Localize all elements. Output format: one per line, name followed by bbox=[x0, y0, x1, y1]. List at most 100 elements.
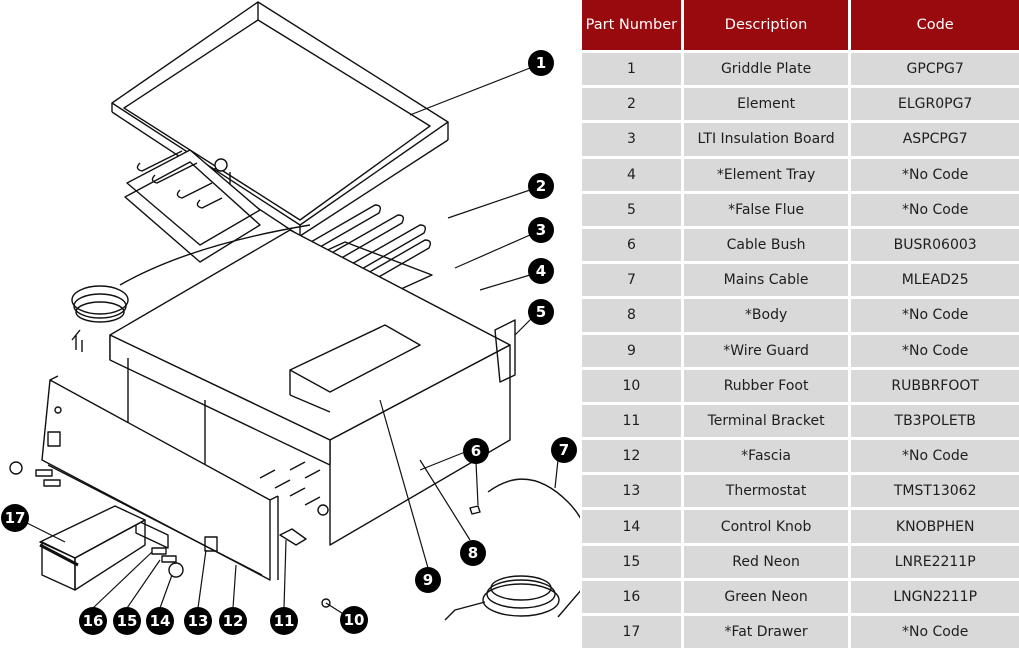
callout-label: 12 bbox=[223, 612, 244, 630]
callout-label: 7 bbox=[559, 441, 569, 459]
cell-code: BUSR06003 bbox=[851, 228, 1019, 265]
callout-10: 10 bbox=[340, 606, 368, 634]
callout-2: 2 bbox=[528, 173, 554, 199]
table-header-row: Part Number Description Code bbox=[582, 0, 1019, 53]
cell-part-number: 6 bbox=[582, 228, 684, 265]
cell-part-number: 12 bbox=[582, 440, 684, 476]
cell-description: Red Neon bbox=[683, 545, 852, 581]
cell-description: Terminal Bracket bbox=[683, 404, 852, 441]
cell-description: *Wire Guard bbox=[683, 334, 852, 370]
callout-label: 8 bbox=[468, 544, 478, 562]
terminal-bracket-drawing bbox=[279, 528, 307, 546]
callout-label: 16 bbox=[83, 612, 104, 630]
table-row: 7 Mains Cable MLEAD25 bbox=[582, 264, 1019, 300]
cell-code: ASPCPG7 bbox=[851, 123, 1019, 159]
callout-13: 13 bbox=[184, 607, 212, 635]
cell-description: *Body bbox=[683, 299, 852, 335]
exploded-parts-diagram: 1 2 3 4 5 6 7 8 9 10 11 12 13 14 15 16 1… bbox=[1, 1, 580, 635]
table-row: 13 Thermostat TMST13062 bbox=[582, 475, 1019, 511]
cell-code: LNRE2211P bbox=[851, 545, 1019, 581]
callout-label: 5 bbox=[536, 303, 546, 321]
cell-part-number: 2 bbox=[582, 88, 684, 124]
cell-description: *Element Tray bbox=[683, 158, 852, 194]
callout-16: 16 bbox=[79, 607, 107, 635]
cell-code: *No Code bbox=[851, 616, 1019, 651]
cell-description: *Fat Drawer bbox=[683, 616, 852, 651]
cell-description: Cable Bush bbox=[683, 228, 852, 265]
cell-code: *No Code bbox=[851, 158, 1019, 194]
callout-label: 1 bbox=[536, 54, 546, 72]
cell-code: GPCPG7 bbox=[851, 53, 1019, 89]
table-row: 14 Control Knob KNOBPHEN bbox=[582, 510, 1019, 546]
cell-part-number: 3 bbox=[582, 123, 684, 159]
callout-label: 10 bbox=[344, 611, 365, 629]
callout-14: 14 bbox=[146, 607, 174, 635]
cell-part-number: 5 bbox=[582, 193, 684, 229]
cell-description: Green Neon bbox=[683, 580, 852, 616]
cell-part-number: 17 bbox=[582, 616, 684, 651]
callout-label: 6 bbox=[471, 442, 481, 460]
table-row: 11 Terminal Bracket TB3POLETB bbox=[582, 404, 1019, 441]
cell-part-number: 10 bbox=[582, 369, 684, 405]
table-row: 12 *Fascia *No Code bbox=[582, 440, 1019, 476]
cable-bush-drawing bbox=[469, 505, 481, 515]
table-row: 16 Green Neon LNGN2211P bbox=[582, 580, 1019, 616]
header-part-number: Part Number bbox=[582, 0, 684, 53]
cell-code: ELGR0PG7 bbox=[851, 88, 1019, 124]
callout-label: 17 bbox=[5, 509, 26, 527]
cell-code: LNGN2211P bbox=[851, 580, 1019, 616]
cell-code: *No Code bbox=[851, 440, 1019, 476]
table-row: 9 *Wire Guard *No Code bbox=[582, 334, 1019, 370]
callout-12: 12 bbox=[219, 607, 247, 635]
callout-label: 11 bbox=[274, 612, 295, 630]
cell-part-number: 11 bbox=[582, 404, 684, 441]
callout-15: 15 bbox=[113, 607, 141, 635]
callout-3: 3 bbox=[528, 217, 554, 243]
cell-description: LTI Insulation Board bbox=[683, 123, 852, 159]
callout-label: 3 bbox=[536, 221, 546, 239]
cell-code: *No Code bbox=[851, 193, 1019, 229]
callout-11: 11 bbox=[270, 607, 298, 635]
table-row: 6 Cable Bush BUSR06003 bbox=[582, 228, 1019, 265]
table-row: 5 *False Flue *No Code bbox=[582, 193, 1019, 229]
cell-part-number: 4 bbox=[582, 158, 684, 194]
table-row: 10 Rubber Foot RUBBRFOOT bbox=[582, 369, 1019, 405]
cell-code: RUBBRFOOT bbox=[851, 369, 1019, 405]
cell-description: *False Flue bbox=[683, 193, 852, 229]
cell-part-number: 13 bbox=[582, 475, 684, 511]
callout-label: 2 bbox=[536, 177, 546, 195]
callout-5: 5 bbox=[528, 299, 554, 325]
table-row: 17 *Fat Drawer *No Code bbox=[582, 616, 1019, 651]
callout-label: 9 bbox=[423, 571, 433, 589]
cell-description: *Fascia bbox=[683, 440, 852, 476]
cell-code: *No Code bbox=[851, 299, 1019, 335]
table-row: 15 Red Neon LNRE2211P bbox=[582, 545, 1019, 581]
fat-drawer-drawing bbox=[39, 505, 146, 591]
cell-part-number: 16 bbox=[582, 580, 684, 616]
cell-part-number: 9 bbox=[582, 334, 684, 370]
parts-table: Part Number Description Code 1 Griddle Pl… bbox=[582, 0, 1019, 651]
table-row: 4 *Element Tray *No Code bbox=[582, 158, 1019, 194]
callout-7: 7 bbox=[551, 437, 577, 463]
header-code: Code bbox=[851, 0, 1019, 53]
callout-6: 6 bbox=[463, 438, 489, 464]
cell-description: Control Knob bbox=[683, 510, 852, 546]
cell-description: Griddle Plate bbox=[683, 53, 852, 89]
cell-part-number: 14 bbox=[582, 510, 684, 546]
callout-label: 15 bbox=[117, 612, 138, 630]
cell-description: Mains Cable bbox=[683, 264, 852, 300]
callout-label: 14 bbox=[150, 612, 171, 630]
cell-code: *No Code bbox=[851, 334, 1019, 370]
cell-code: KNOBPHEN bbox=[851, 510, 1019, 546]
callout-label: 4 bbox=[536, 262, 546, 280]
table-row: 2 Element ELGR0PG7 bbox=[582, 88, 1019, 124]
table-row: 1 Griddle Plate GPCPG7 bbox=[582, 53, 1019, 89]
cell-code: TB3POLETB bbox=[851, 404, 1019, 441]
callout-label: 13 bbox=[188, 612, 209, 630]
cell-part-number: 8 bbox=[582, 299, 684, 335]
callout-8: 8 bbox=[460, 540, 486, 566]
cell-code: MLEAD25 bbox=[851, 264, 1019, 300]
cell-part-number: 15 bbox=[582, 545, 684, 581]
header-description: Description bbox=[683, 0, 852, 53]
parts-table-body: 1 Griddle Plate GPCPG7 2 Element ELGR0PG7 3 LTI… bbox=[582, 53, 1019, 651]
